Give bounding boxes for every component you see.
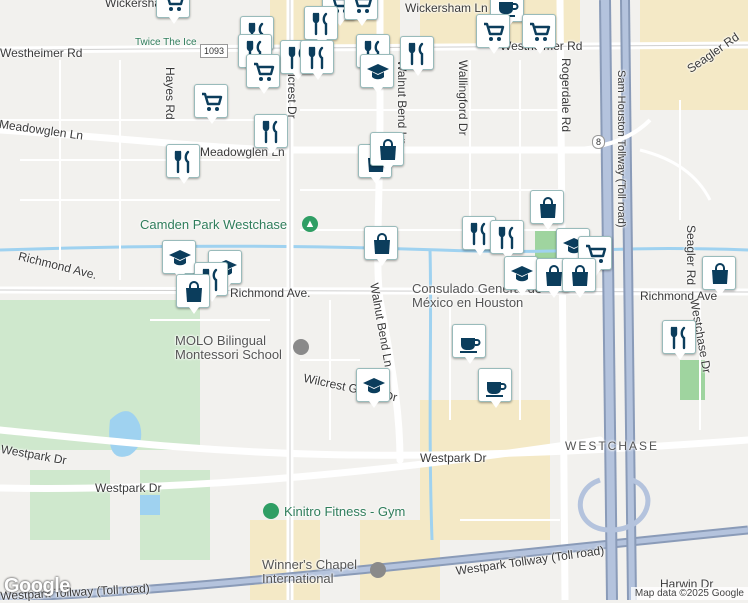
- restaurant-marker[interactable]: [490, 220, 524, 260]
- coffee-marker[interactable]: [478, 368, 512, 408]
- road-label: Wallingford Dr: [456, 60, 470, 136]
- gym-icon: [263, 503, 279, 519]
- restaurant-marker[interactable]: [300, 40, 334, 80]
- place-label[interactable]: Camden Park Westchase: [140, 218, 287, 231]
- restaurant-marker[interactable]: [304, 6, 338, 46]
- map-attribution: Map data ©2025 Google: [630, 587, 748, 600]
- road-label: Wickersham Ln: [405, 1, 488, 15]
- coffee-marker[interactable]: [452, 324, 486, 364]
- road-label: Sam Houston Tollway (Toll road): [615, 70, 627, 228]
- school-marker[interactable]: [162, 240, 196, 280]
- road-label: Westpark Dr: [95, 481, 162, 495]
- shopping-bag-marker[interactable]: [530, 190, 564, 230]
- shopping-cart-marker[interactable]: [344, 0, 378, 26]
- school-place-icon: [293, 339, 309, 355]
- shopping-bag-marker[interactable]: [562, 258, 596, 298]
- place-label[interactable]: Kinitro Fitness - Gym: [284, 505, 405, 518]
- google-logo: Google: [4, 575, 70, 597]
- area-label: WESTCHASE: [565, 439, 660, 453]
- road-label: Seagler Rd: [684, 225, 698, 286]
- school-marker[interactable]: [356, 368, 390, 408]
- road-label: Richmond Ave: [640, 289, 718, 303]
- shopping-cart-marker[interactable]: [246, 54, 280, 94]
- shopping-cart-marker[interactable]: [476, 14, 510, 54]
- church-icon: [370, 562, 386, 578]
- restaurant-marker[interactable]: [166, 144, 200, 184]
- road-label: Rogerdale Rd: [559, 58, 573, 133]
- park-icon: ▲: [302, 216, 318, 232]
- place-label[interactable]: MOLO Bilingual Montessori School: [175, 334, 295, 362]
- restaurant-marker[interactable]: [400, 36, 434, 76]
- shopping-cart-marker[interactable]: [522, 14, 556, 54]
- shopping-bag-marker[interactable]: [364, 226, 398, 266]
- restaurant-marker[interactable]: [662, 320, 696, 360]
- school-marker[interactable]: [360, 54, 394, 94]
- shopping-bag-marker[interactable]: [176, 274, 210, 314]
- road-label: Richmond Ave.: [230, 286, 311, 300]
- highway-shield: 1093: [200, 44, 229, 58]
- shopping-cart-marker[interactable]: [194, 84, 228, 124]
- place-label: Twice The Ice: [135, 37, 197, 48]
- shopping-bag-marker[interactable]: [702, 256, 736, 296]
- road-label: Westheimer Rd: [0, 46, 83, 60]
- road-label: Hayes Rd: [163, 67, 177, 120]
- place-label[interactable]: Winner's Chapel International: [262, 558, 372, 586]
- shopping-bag-marker[interactable]: [370, 132, 404, 172]
- restaurant-marker[interactable]: [254, 114, 288, 154]
- highway-shield: 8: [592, 135, 606, 149]
- shopping-cart-marker[interactable]: [156, 0, 190, 24]
- school-marker[interactable]: [504, 256, 538, 296]
- road-label: Westpark Dr: [420, 451, 487, 465]
